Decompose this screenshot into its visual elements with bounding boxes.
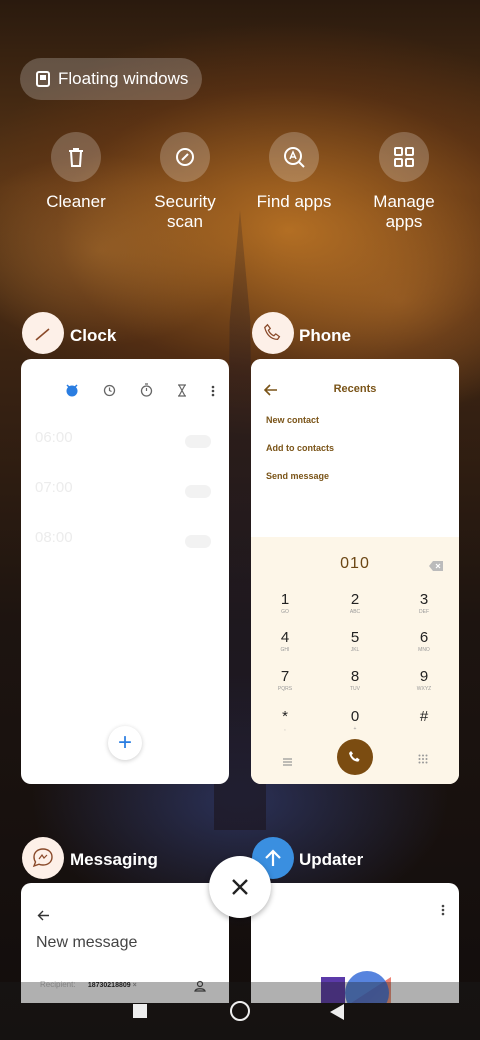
world-clock-tab-icon[interactable] <box>103 384 116 402</box>
find-apps-button[interactable]: Find apps <box>244 132 344 212</box>
phone-app-icon[interactable] <box>252 312 294 354</box>
alarm-tab-icon[interactable] <box>65 383 79 402</box>
dialed-number: 010 <box>340 555 370 572</box>
dialpad-key[interactable]: 4 GHI <box>265 629 305 653</box>
alarm-toggle[interactable] <box>185 435 211 448</box>
floating-windows-button[interactable]: Floating windows <box>20 58 202 100</box>
new-contact-link[interactable]: New contact <box>266 415 319 425</box>
dialpad-key-letters: MNO <box>418 647 430 653</box>
dialpad-key-digit: # <box>419 708 429 725</box>
cleaner-label: Cleaner <box>46 192 106 211</box>
dialpad-key[interactable]: 6 MNO <box>404 629 444 653</box>
dialpad-key[interactable]: *, <box>265 708 305 732</box>
alarm-toggle[interactable] <box>185 485 211 498</box>
dialpad-key-letters: TUV <box>350 686 360 692</box>
dialpad-key[interactable]: 2 ABC <box>335 591 375 615</box>
dialpad-key-digit: 3 <box>419 591 429 608</box>
dialpad-key-letters: ABC <box>349 609 361 615</box>
dialpad-menu-icon[interactable] <box>283 753 292 771</box>
dialpad-key-letters: JKL <box>350 647 360 653</box>
home-nav-icon[interactable] <box>230 1001 250 1021</box>
stopwatch-tab-icon[interactable] <box>140 383 153 402</box>
backspace-icon[interactable] <box>429 558 443 576</box>
updater-app-name: Updater <box>299 850 364 869</box>
dialpad-key[interactable]: 1 GO <box>265 591 305 615</box>
dialpad-key-digit: 7 <box>280 668 290 685</box>
dialpad-key[interactable]: 5 JKL <box>335 629 375 653</box>
dialpad-key-letters: DEF <box>419 609 429 615</box>
alarm-row[interactable]: 07:00 <box>35 479 215 509</box>
dialpad-key-digit: 4 <box>280 629 290 646</box>
dialpad-key[interactable]: 7 PQRS <box>265 668 305 692</box>
call-button[interactable] <box>337 739 373 775</box>
floating-window-icon <box>36 71 50 87</box>
phone-app-name: Phone <box>299 326 351 345</box>
alarm-time: 08:00 <box>35 529 73 546</box>
dialpad-key-letters <box>404 726 444 732</box>
messaging-app-name: Messaging <box>70 850 158 869</box>
security-scan-label: Security scan <box>154 192 216 231</box>
new-message-title: New message <box>36 934 138 951</box>
timer-tab-icon[interactable] <box>177 383 187 402</box>
send-message-link[interactable]: Send message <box>266 471 329 481</box>
dialpad-key-letters: + <box>353 726 357 732</box>
trash-icon <box>51 132 101 182</box>
dialpad-key-letters: , <box>284 726 286 732</box>
alarm-time: 06:00 <box>35 429 73 446</box>
security-scan-icon <box>160 132 210 182</box>
alarm-time: 07:00 <box>35 479 73 496</box>
dialpad-key[interactable]: 8 TUV <box>335 668 375 692</box>
back-nav-icon[interactable] <box>330 1004 344 1025</box>
alarm-row[interactable]: 08:00 <box>35 529 215 559</box>
dialpad-key-letters: PQRS <box>277 686 293 692</box>
dialpad-key-digit: 2 <box>350 591 360 608</box>
dialpad-key-digit: 6 <box>419 629 429 646</box>
clock-tab-bar <box>65 383 215 402</box>
add-alarm-button[interactable]: + <box>108 726 142 760</box>
cleaner-button[interactable]: Cleaner <box>26 132 126 212</box>
dialpad-key-digit: 5 <box>350 629 360 646</box>
phone-title: Recents <box>333 383 377 395</box>
clear-all-button[interactable] <box>209 856 271 918</box>
dialpad-key-digit: 9 <box>419 668 429 685</box>
floating-windows-label: Floating windows <box>58 69 189 88</box>
phone-recent-card[interactable]: Recents New contact Add to contacts Send… <box>251 359 459 784</box>
alarm-row[interactable]: 06:00 <box>35 429 215 459</box>
navigation-bar <box>0 982 480 1040</box>
more-options-icon[interactable] <box>211 384 215 402</box>
manage-apps-label: Manage apps <box>373 192 435 231</box>
more-options-icon[interactable] <box>441 903 445 921</box>
clock-recent-card[interactable]: 06:00 07:00 08:00 + <box>21 359 229 784</box>
dialpad-key-digit: 8 <box>350 668 360 685</box>
dialpad-key-letters: GHI <box>280 647 290 653</box>
clock-app-name: Clock <box>70 326 117 345</box>
messaging-app-icon[interactable] <box>22 837 64 879</box>
dialpad-key[interactable]: 3 DEF <box>404 591 444 615</box>
dialpad: 010 1 GO 2 ABC 3 DEF 4 GHI 5 JKL 6 MNO 7 PQRS 8 TUV 9 WXY… <box>251 537 459 784</box>
clock-app-icon[interactable] <box>22 312 64 354</box>
dialpad-key-digit: 1 <box>280 591 290 608</box>
alarm-toggle[interactable] <box>185 535 211 548</box>
dialpad-key-letters: GO <box>281 609 289 615</box>
dialpad-toggle-icon[interactable] <box>418 751 428 769</box>
manage-apps-button[interactable]: Manage apps <box>354 132 454 232</box>
find-apps-label: Find apps <box>256 192 332 211</box>
dialpad-key-letters: WXYZ <box>416 686 432 692</box>
dialpad-key-digit: 0 <box>350 708 360 725</box>
phone-recents-panel: Recents New contact Add to contacts Send… <box>251 359 459 537</box>
dialpad-key[interactable]: # <box>404 708 444 732</box>
add-to-contacts-link[interactable]: Add to contacts <box>266 443 334 453</box>
dialpad-key[interactable]: 9 WXYZ <box>404 668 444 692</box>
dialpad-key[interactable]: 0 + <box>335 708 375 732</box>
manage-apps-icon <box>379 132 429 182</box>
find-apps-icon <box>269 132 319 182</box>
dialpad-key-digit: * <box>282 708 288 725</box>
security-scan-button[interactable]: Security scan <box>135 132 235 232</box>
recents-nav-icon[interactable] <box>133 1004 147 1018</box>
back-arrow-icon[interactable] <box>37 908 50 926</box>
